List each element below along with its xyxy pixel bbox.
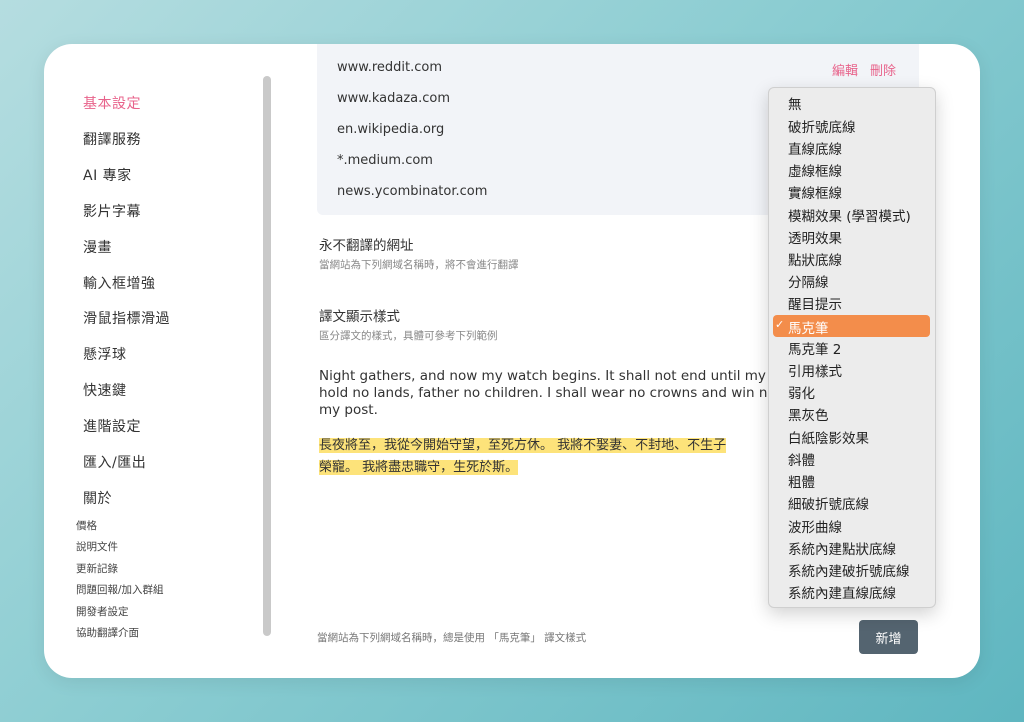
dropdown-option[interactable]: 馬克筆 2 <box>788 338 841 358</box>
checkmark-icon: ✓ <box>775 318 785 331</box>
dropdown-option-selected[interactable]: ✓ 馬克筆 <box>773 315 930 337</box>
dropdown-option[interactable]: 實線框線 <box>788 182 842 202</box>
sidebar-link-developer[interactable]: 開發者設定 <box>76 604 129 619</box>
sidebar-item-input-enhance[interactable]: 輸入框增強 <box>83 273 156 293</box>
dropdown-option[interactable]: 模糊效果 (學習模式) <box>788 205 911 225</box>
sidebar-link-changelog[interactable]: 更新記錄 <box>76 561 118 576</box>
dropdown-option[interactable]: 斜體 <box>788 449 815 469</box>
sidebar-item-import-export[interactable]: 匯入/匯出 <box>83 452 146 472</box>
sample-en-line: Night gathers, and now my watch begins. … <box>319 368 789 384</box>
sample-en-line: my post. <box>319 402 378 418</box>
style-dropdown-menu: 無 破折號底線 直線底線 虛線框線 實線框線 模糊效果 (學習模式) 透明效果 … <box>768 87 936 608</box>
dropdown-option[interactable]: 黑灰色 <box>788 404 829 424</box>
sample-zh-line: 長夜將至，我從今開始守望，至死方休。 我將不娶妻、不封地、不生子 <box>319 438 727 453</box>
sidebar-link-pricing[interactable]: 價格 <box>76 518 97 533</box>
sidebar-scrollbar[interactable] <box>263 76 271 636</box>
dropdown-option[interactable]: 弱化 <box>788 382 815 402</box>
dropdown-option[interactable]: 系統內建點狀底線 <box>788 538 896 558</box>
dropdown-option[interactable]: 破折號底線 <box>788 116 856 136</box>
sidebar-link-help-translate[interactable]: 協助翻譯介面 <box>76 625 139 640</box>
dropdown-option[interactable]: 系統內建直線底線 <box>788 582 896 602</box>
domain-item: www.reddit.com <box>337 60 443 75</box>
dropdown-option[interactable]: 透明效果 <box>788 227 842 247</box>
sample-en-line: hold no lands, father no children. I sha… <box>319 385 789 401</box>
dropdown-option[interactable]: 無 <box>788 93 802 113</box>
sidebar-item-comics[interactable]: 漫畫 <box>83 237 112 257</box>
sidebar-item-advanced[interactable]: 進階設定 <box>83 416 141 436</box>
sample-translated-text: 長夜將至，我從今開始守望，至死方休。 我將不娶妻、不封地、不生子 榮寵。 我將盡… <box>319 435 789 479</box>
dropdown-option[interactable]: 系統內建破折號底線 <box>788 560 910 580</box>
sample-original-text: Night gathers, and now my watch begins. … <box>319 368 789 419</box>
dropdown-option[interactable]: 波形曲線 <box>788 516 842 536</box>
add-button[interactable]: 新增 <box>859 620 918 654</box>
sidebar-link-docs[interactable]: 說明文件 <box>76 539 118 554</box>
sidebar-item-ai-experts[interactable]: AI 專家 <box>83 165 132 185</box>
dropdown-option[interactable]: 直線底線 <box>788 138 842 158</box>
delete-link[interactable]: 刪除 <box>870 60 896 79</box>
domain-item: en.wikipedia.org <box>337 122 445 137</box>
dropdown-option[interactable]: 引用樣式 <box>788 360 842 380</box>
sidebar-item-about[interactable]: 關於 <box>83 488 112 508</box>
display-style-desc: 區分譯文的樣式，具體可參考下列範例 <box>319 330 498 342</box>
sidebar-item-mouse-hover[interactable]: 滑鼠指標滑過 <box>83 308 170 328</box>
domain-item: www.kadaza.com <box>337 91 451 106</box>
dropdown-option[interactable]: 粗體 <box>788 471 815 491</box>
dropdown-option[interactable]: 虛線框線 <box>788 160 842 180</box>
dropdown-option[interactable]: 醒目提示 <box>788 293 842 313</box>
never-translate-title: 永不翻譯的網址 <box>319 238 414 254</box>
sidebar-item-floating-ball[interactable]: 懸浮球 <box>83 344 127 364</box>
sidebar-item-basic-settings[interactable]: 基本設定 <box>83 93 141 113</box>
sample-zh-line: 榮寵。 我將盡忠職守，生死於斯。 <box>319 460 519 475</box>
dropdown-option[interactable]: 分隔線 <box>788 271 829 291</box>
never-translate-desc: 當網站為下列網域名稱時，將不會進行翻譯 <box>319 259 519 271</box>
display-style-title: 譯文顯示樣式 <box>319 309 400 325</box>
domain-item: news.ycombinator.com <box>337 184 488 199</box>
sidebar: 基本設定 翻譯服務 AI 專家 影片字幕 漫畫 輸入框增強 滑鼠指標滑過 懸浮球… <box>44 44 269 678</box>
edit-link[interactable]: 編輯 <box>832 60 858 79</box>
dropdown-option-label: 馬克筆 <box>788 321 829 337</box>
dropdown-option[interactable]: 白紙陰影效果 <box>788 427 869 447</box>
dropdown-option[interactable]: 細破折號底線 <box>788 493 869 513</box>
sidebar-item-shortcuts[interactable]: 快速鍵 <box>83 380 127 400</box>
sidebar-item-video-subtitles[interactable]: 影片字幕 <box>83 201 141 221</box>
footer-note: 當網站為下列網域名稱時，總是使用 「馬克筆」 譯文樣式 <box>317 632 587 644</box>
dropdown-option[interactable]: 點狀底線 <box>788 249 842 269</box>
sidebar-link-feedback[interactable]: 問題回報/加入群組 <box>76 582 164 597</box>
sidebar-item-translation-services[interactable]: 翻譯服務 <box>83 129 141 149</box>
domain-item: *.medium.com <box>337 153 433 168</box>
